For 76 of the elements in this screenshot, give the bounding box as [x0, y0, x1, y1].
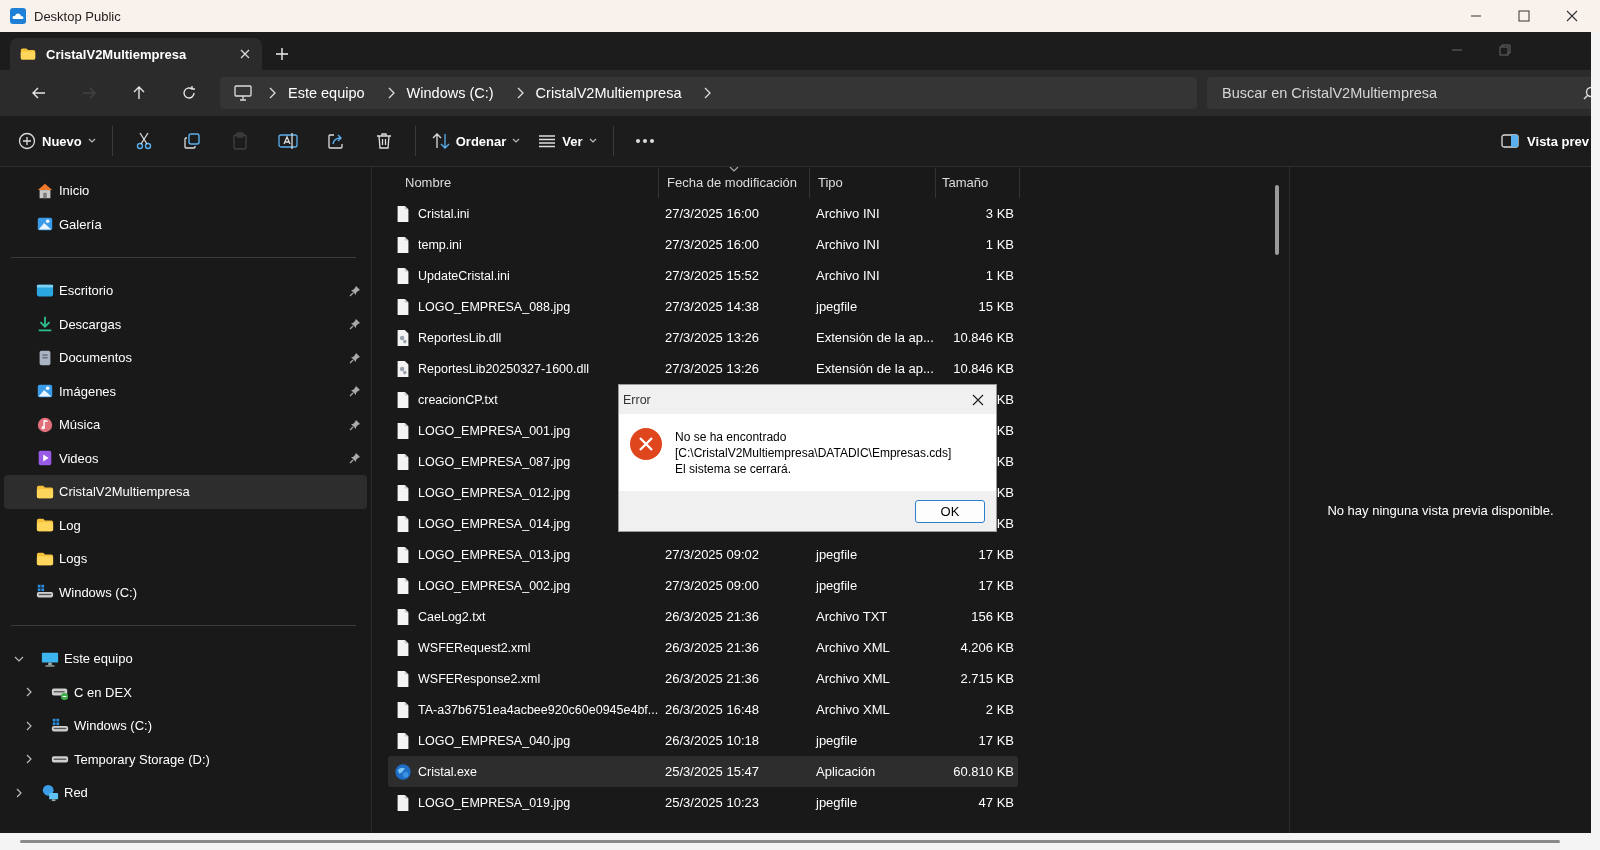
date-cell: 26/3/2025 16:48 [665, 702, 759, 717]
file-name: Cristal.ini [418, 206, 470, 221]
dialog-title: Error [623, 392, 651, 407]
file-name: ReportesLib.dll [418, 330, 502, 345]
date-cell: 26/3/2025 21:36 [665, 671, 759, 686]
size-cell: 17 KB [978, 733, 1014, 748]
date-cell: 26/3/2025 10:18 [665, 733, 759, 748]
size-cell: 4.206 KB [960, 640, 1014, 655]
file-name: LOGO_EMPRESA_002.jpg [418, 578, 571, 593]
file-name: Cristal.exe [418, 764, 478, 779]
file-name: UpdateCristal.ini [418, 268, 510, 283]
file-name: WSFEResponse2.xml [418, 671, 541, 686]
date-cell: 26/3/2025 21:36 [665, 609, 759, 624]
type-cell: Archivo TXT [816, 609, 888, 624]
date-cell: 27/3/2025 13:26 [665, 361, 759, 376]
file-name: LOGO_EMPRESA_012.jpg [418, 485, 571, 500]
preview-message: No hay ninguna vista previa disponible. [1327, 502, 1554, 518]
date-cell: 27/3/2025 13:26 [665, 330, 759, 345]
date-cell: 27/3/2025 16:00 [665, 237, 759, 252]
type-cell: jpegfile [816, 578, 858, 593]
size-cell: 3 KB [985, 206, 1014, 221]
type-cell: Archivo INI [816, 268, 880, 283]
file-name: LOGO_EMPRESA_087.jpg [418, 454, 571, 469]
file-name: WSFERequest2.xml [418, 640, 531, 655]
type-cell: jpegfile [816, 795, 858, 810]
date-cell: 27/3/2025 16:00 [665, 206, 759, 221]
size-cell: 156 KB [971, 609, 1014, 624]
type-cell: Archivo XML [816, 702, 890, 717]
type-cell: jpegfile [816, 733, 858, 748]
date-cell: 26/3/2025 21:36 [665, 640, 759, 655]
file-name: LOGO_EMPRESA_014.jpg [418, 516, 571, 531]
file-name: TA-a37b6751ea4acbee920c60e0945e4bf... [418, 702, 659, 717]
file-name: LOGO_EMPRESA_088.jpg [418, 299, 571, 314]
size-cell: 17 KB [978, 578, 1014, 593]
error-message: [C:\CristalV2Multiempresa\DATADIC\Empresas.cds] [675, 445, 952, 461]
window-title: Desktop Public [34, 8, 121, 24]
size-cell: 17 KB [978, 547, 1014, 562]
error-message: El sistema se cerrará. [675, 461, 793, 477]
date-cell: 25/3/2025 10:23 [665, 795, 759, 810]
file-name: LOGO_EMPRESA_013.jpg [418, 547, 571, 562]
type-cell: Archivo INI [816, 206, 880, 221]
file-name: temp.ini [418, 237, 462, 252]
error-message: No se ha encontrado [675, 429, 788, 445]
size-cell: KB [996, 516, 1014, 531]
date-cell: 27/3/2025 15:52 [665, 268, 759, 283]
size-cell: 10.846 KB [953, 361, 1014, 376]
type-cell: jpegfile [816, 547, 858, 562]
file-name: LOGO_EMPRESA_001.jpg [418, 423, 571, 438]
type-cell: jpegfile [816, 299, 858, 314]
size-cell: 1 KB [985, 237, 1014, 252]
date-cell: 25/3/2025 15:47 [665, 764, 759, 779]
date-cell: 27/3/2025 14:38 [665, 299, 759, 314]
size-cell: 60.810 KB [953, 764, 1014, 779]
size-cell: 15 KB [978, 299, 1014, 314]
type-cell: Aplicación [816, 764, 876, 779]
file-name: ReportesLib20250327-1600.dll [418, 361, 589, 376]
file-name: creacionCP.txt [418, 392, 498, 407]
date-cell: 27/3/2025 09:00 [665, 578, 759, 593]
size-cell: 10.846 KB [953, 330, 1014, 345]
date-cell: 27/3/2025 09:02 [665, 547, 759, 562]
size-cell: KB [996, 485, 1014, 500]
size-cell: KB [996, 454, 1014, 469]
size-cell: 2 KB [985, 702, 1014, 717]
size-cell: 1 KB [985, 268, 1014, 283]
size-cell: 2.715 KB [960, 671, 1014, 686]
type-cell: Archivo XML [816, 671, 890, 686]
type-cell: Extensión de la ap... [816, 330, 934, 345]
size-cell: KB [996, 392, 1014, 407]
type-cell: Archivo INI [816, 237, 880, 252]
file-name: LOGO_EMPRESA_019.jpg [418, 795, 571, 810]
size-cell: 47 KB [978, 795, 1014, 810]
type-cell: Extensión de la ap... [816, 361, 934, 376]
size-cell: KB [996, 423, 1014, 438]
type-cell: Archivo XML [816, 640, 890, 655]
file-name: CaeLog2.txt [418, 609, 486, 624]
file-name: LOGO_EMPRESA_040.jpg [418, 733, 571, 748]
